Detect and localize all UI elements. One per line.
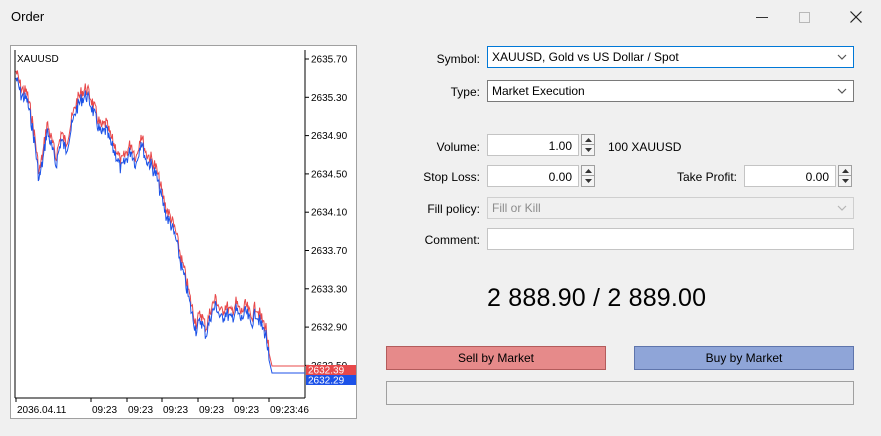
arrow-up-icon	[584, 168, 592, 173]
time-tick-label: 2036.04.11	[17, 405, 67, 416]
take-profit-label: Take Profit:	[676, 170, 737, 184]
title-bar: Order	[0, 0, 881, 34]
tick-chart-svg: XAUUSD 2635.702635.302634.902634.502634.…	[14, 50, 356, 416]
tick-chart: XAUUSD 2635.70 2635.30 2634.90 2634.50 2634.…	[10, 45, 357, 419]
time-tick-label: 09:23	[92, 405, 117, 416]
bid-price-line	[15, 77, 305, 374]
maximize-button[interactable]	[782, 0, 826, 34]
time-tick-label: 09:23:46	[270, 405, 309, 416]
minimize-icon	[756, 17, 768, 18]
symbol-label: Symbol:	[436, 52, 480, 66]
price-tick-label: 2633.30	[311, 284, 348, 295]
chevron-down-icon	[837, 88, 847, 94]
type-select[interactable]: Market Execution	[487, 80, 854, 102]
buy-button-label: Buy by Market	[705, 351, 783, 365]
sell-button-label: Sell by Market	[457, 351, 535, 365]
close-button[interactable]	[834, 0, 878, 34]
volume-down-button[interactable]	[582, 145, 594, 155]
window-title: Order	[11, 9, 45, 24]
time-tick-label: 09:23	[163, 405, 188, 416]
maximize-icon	[798, 11, 810, 23]
stop-loss-up-button[interactable]	[582, 166, 594, 176]
time-tick-label: 09:23	[199, 405, 224, 416]
arrow-down-icon	[584, 179, 592, 183]
bid-ask-quote: 2 888.90 / 2 889.00	[487, 284, 707, 312]
price-tick-label: 2632.90	[311, 323, 348, 334]
arrow-down-icon	[841, 179, 849, 183]
comment-input[interactable]	[487, 228, 854, 250]
stop-loss-spinner[interactable]	[581, 165, 595, 187]
chevron-down-icon	[837, 54, 847, 60]
fill-policy-select[interactable]: Fill or Kill	[487, 197, 854, 219]
stop-loss-down-button[interactable]	[582, 176, 594, 186]
fill-policy-label: Fill policy:	[427, 202, 480, 216]
arrow-up-icon	[841, 168, 849, 173]
volume-spinner[interactable]	[581, 134, 595, 156]
order-status-bar	[386, 381, 854, 405]
volume-label: Volume:	[436, 140, 480, 154]
chart-symbol-label: XAUUSD	[17, 54, 59, 65]
minimize-button[interactable]	[740, 0, 784, 34]
stop-loss-input[interactable]: 0.00	[487, 165, 579, 187]
take-profit-up-button[interactable]	[839, 166, 851, 176]
type-label: Type:	[450, 85, 480, 99]
volume-up-button[interactable]	[582, 135, 594, 145]
take-profit-value: 0.00	[805, 170, 829, 184]
fill-policy-value: Fill or Kill	[492, 201, 541, 215]
take-profit-down-button[interactable]	[839, 176, 851, 186]
time-tick-label: 09:23	[128, 405, 153, 416]
volume-value: 1.00	[548, 139, 572, 153]
take-profit-input[interactable]: 0.00	[744, 165, 836, 187]
buy-by-market-button[interactable]: Buy by Market	[634, 346, 854, 370]
price-tick-label: 2633.70	[311, 246, 348, 257]
symbol-value: XAUUSD, Gold vs US Dollar / Spot	[492, 50, 679, 64]
close-icon	[850, 11, 862, 23]
time-tick-label: 09:23	[234, 405, 259, 416]
arrow-down-icon	[584, 148, 592, 152]
type-value: Market Execution	[492, 84, 585, 98]
arrow-up-icon	[584, 137, 592, 142]
bid-price-tag-text: 2632.29	[308, 376, 345, 387]
symbol-select[interactable]: XAUUSD, Gold vs US Dollar / Spot	[487, 46, 854, 68]
time-axis-ticks: 2036.04.11 09:23 09:23 09:23 09:23 09:23 09:23…	[15, 398, 309, 416]
volume-input[interactable]: 1.00	[487, 134, 579, 156]
stop-loss-value: 0.00	[548, 170, 572, 184]
comment-label: Comment:	[424, 233, 480, 247]
sell-by-market-button[interactable]: Sell by Market	[386, 346, 606, 370]
volume-unit: 100 XAUUSD	[608, 140, 682, 154]
take-profit-spinner[interactable]	[838, 165, 852, 187]
stop-loss-label: Stop Loss:	[423, 170, 480, 184]
chevron-down-icon	[837, 205, 847, 211]
